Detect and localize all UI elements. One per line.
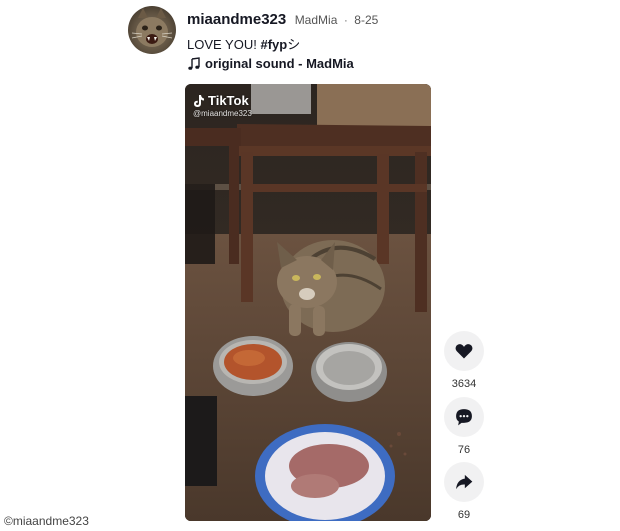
share-action: 69 bbox=[444, 462, 484, 521]
share-button[interactable] bbox=[444, 462, 484, 502]
hashtag-link[interactable]: #fyp bbox=[260, 37, 287, 52]
caption-emoji: シ bbox=[287, 37, 301, 52]
avatar-cat-image bbox=[131, 8, 173, 47]
post-caption: LOVE YOU! #fypシ bbox=[187, 34, 300, 53]
comment-action: 76 bbox=[444, 397, 484, 456]
comment-icon bbox=[456, 409, 472, 426]
music-note-icon bbox=[188, 56, 200, 70]
tiktok-logo-icon bbox=[194, 94, 204, 107]
watermark-brand: TikTok bbox=[208, 93, 249, 108]
like-action: 3634 bbox=[444, 331, 484, 390]
share-count: 69 bbox=[457, 509, 471, 521]
sound-link[interactable]: original sound - MadMia bbox=[187, 56, 354, 71]
comment-button[interactable] bbox=[444, 397, 484, 437]
video-frame-cat-eating bbox=[185, 84, 431, 521]
post-date: 8-25 bbox=[354, 13, 379, 27]
tiktok-watermark: TikTok @miaandme323 bbox=[193, 93, 252, 118]
share-icon bbox=[456, 474, 473, 490]
sound-label: original sound - MadMia bbox=[205, 56, 354, 71]
username-link[interactable]: miaandme323 bbox=[187, 11, 286, 28]
separator: · bbox=[343, 13, 348, 27]
heart-icon bbox=[455, 344, 473, 359]
nickname: MadMia bbox=[294, 13, 338, 27]
like-button[interactable] bbox=[444, 331, 484, 371]
comment-count: 76 bbox=[457, 444, 471, 456]
caption-text: LOVE YOU! bbox=[187, 37, 261, 52]
watermark-handle: @miaandme323 bbox=[193, 109, 252, 118]
image-credit: ©miaandme323 bbox=[4, 514, 89, 528]
like-count: 3634 bbox=[451, 378, 477, 390]
video-player[interactable]: TikTok @miaandme323 bbox=[185, 84, 431, 521]
post-header: miaandme323 MadMia · 8-25 bbox=[187, 11, 378, 29]
avatar[interactable] bbox=[128, 6, 176, 54]
